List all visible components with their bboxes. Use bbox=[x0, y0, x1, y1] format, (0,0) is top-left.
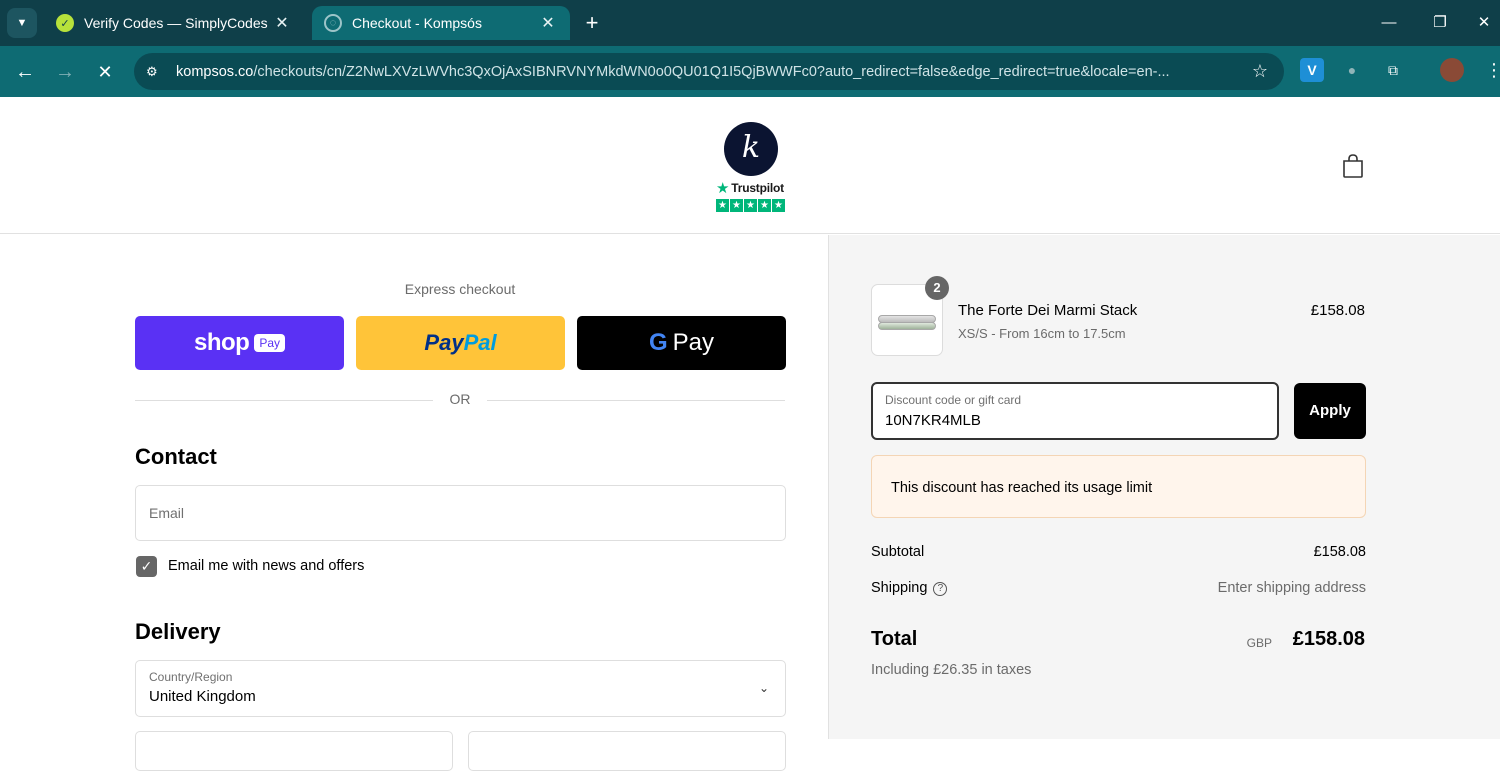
rating-star-icon: ★ bbox=[730, 199, 743, 212]
express-checkout-label: Express checkout bbox=[404, 281, 516, 297]
rating-star-icon: ★ bbox=[716, 199, 729, 212]
restore-button[interactable]: ❐ bbox=[1425, 10, 1455, 36]
delivery-heading: Delivery bbox=[135, 619, 221, 644]
site-header: k ★ Trustpilot ★ ★ ★ ★ ★ bbox=[0, 97, 1500, 234]
product-price: £158.08 bbox=[1310, 302, 1365, 319]
rating-star-icon: ★ bbox=[772, 199, 785, 212]
trustpilot-label: Trustpilot bbox=[731, 181, 784, 195]
first-name-field[interactable] bbox=[135, 731, 453, 771]
rating-star-icon: ★ bbox=[744, 199, 757, 212]
trustpilot-badge: ★ Trustpilot ★ ★ ★ ★ ★ bbox=[716, 179, 788, 212]
contact-heading: Contact bbox=[135, 444, 217, 469]
discount-error-alert: This discount has reached its usage limi… bbox=[871, 455, 1366, 518]
chevron-down-icon: ▼ bbox=[16, 17, 28, 29]
checkmark-icon: ✓ bbox=[140, 558, 153, 574]
close-window-button[interactable]: ✕ bbox=[1469, 10, 1499, 36]
checkout-form: Express checkout shop Pay Pay Pal G Pay O… bbox=[0, 235, 828, 771]
checkout-page: k ★ Trustpilot ★ ★ ★ ★ ★ Express checkout sh… bbox=[0, 97, 1500, 771]
kompsos-logo[interactable]: k bbox=[724, 122, 778, 176]
tab-verify-codes[interactable]: ✓ Verify Codes — SimplyCodes ✕ bbox=[44, 6, 304, 40]
forward-button[interactable]: → bbox=[51, 58, 79, 86]
shipping-row: Shipping? Enter shipping address bbox=[871, 580, 1366, 596]
back-button[interactable]: ← bbox=[11, 58, 39, 86]
new-tab-button[interactable]: + bbox=[580, 10, 604, 36]
trustpilot-star-icon: ★ bbox=[716, 180, 730, 197]
google-g-icon: G bbox=[648, 329, 668, 356]
bookmark-star-icon[interactable]: ☆ bbox=[1252, 61, 1268, 82]
or-divider: OR bbox=[135, 391, 785, 411]
site-settings-icon[interactable]: ⚙ bbox=[146, 64, 168, 80]
paypal-button[interactable]: Pay Pal bbox=[356, 316, 565, 370]
taxes-note: Including £26.35 in taxes bbox=[871, 662, 1032, 678]
quantity-badge: 2 bbox=[925, 276, 949, 300]
google-pay-button[interactable]: G Pay bbox=[577, 316, 786, 370]
stop-loading-button[interactable]: ✕ bbox=[91, 58, 119, 86]
apply-discount-button[interactable]: Apply bbox=[1294, 383, 1366, 439]
profile-avatar[interactable] bbox=[1440, 58, 1464, 82]
extension-robot-icon[interactable]: ● bbox=[1340, 58, 1364, 82]
product-name: The Forte Dei Marmi Stack bbox=[958, 302, 1138, 319]
extensions-puzzle-icon[interactable]: ⧉ bbox=[1381, 58, 1405, 82]
tab-checkout[interactable]: ◌ Checkout - Kompsós ✕ bbox=[312, 6, 570, 40]
browser-tab-bar: ▼ ✓ Verify Codes — SimplyCodes ✕ ◌ Check… bbox=[0, 0, 1500, 46]
browser-menu-icon[interactable]: ⋮ bbox=[1482, 58, 1500, 82]
subtotal-row: Subtotal £158.08 bbox=[871, 544, 1366, 560]
shop-pay-button[interactable]: shop Pay bbox=[135, 316, 344, 370]
minimize-button[interactable]: — bbox=[1374, 10, 1404, 36]
order-summary: 2 The Forte Dei Marmi Stack XS/S - From … bbox=[828, 235, 1500, 739]
trustpilot-rating-stars: ★ ★ ★ ★ ★ bbox=[716, 199, 788, 212]
tab-search-button[interactable]: ▼ bbox=[7, 8, 37, 38]
newsletter-label: Email me with news and offers bbox=[168, 558, 365, 574]
chevron-down-icon: ⌄ bbox=[758, 681, 769, 695]
close-tab-icon[interactable]: ✕ bbox=[538, 13, 558, 33]
url-text: kompsos.co/checkouts/cn/Z2NwLXVzLWVhc3Qx… bbox=[176, 63, 1170, 80]
rating-star-icon: ★ bbox=[758, 199, 771, 212]
country-select[interactable]: Country/Region United Kingdom ⌄ bbox=[135, 660, 786, 717]
newsletter-checkbox[interactable]: ✓ bbox=[136, 556, 157, 577]
last-name-field[interactable] bbox=[468, 731, 786, 771]
close-tab-icon[interactable]: ✕ bbox=[272, 13, 292, 33]
address-bar[interactable]: ⚙ kompsos.co/checkouts/cn/Z2NwLXVzLWVhc3… bbox=[134, 53, 1284, 90]
browser-toolbar: ← → ✕ ⚙ kompsos.co/checkouts/cn/Z2NwLXVz… bbox=[0, 46, 1500, 97]
discount-code-input[interactable]: Discount code or gift card 10N7KR4MLB bbox=[871, 382, 1279, 440]
simplycodes-favicon-icon: ✓ bbox=[56, 14, 74, 32]
tab-title: Verify Codes — SimplyCodes bbox=[84, 15, 268, 31]
extension-v-icon[interactable]: V bbox=[1300, 58, 1324, 82]
currency-code: GBP bbox=[1246, 636, 1272, 650]
tab-title: Checkout - Kompsós bbox=[352, 15, 482, 31]
help-icon[interactable]: ? bbox=[933, 582, 948, 596]
total-value: £158.08 bbox=[1292, 628, 1365, 650]
loading-favicon-icon: ◌ bbox=[324, 14, 342, 32]
product-variant: XS/S - From 16cm to 17.5cm bbox=[958, 326, 1126, 341]
shopping-bag-icon[interactable] bbox=[1340, 153, 1366, 179]
email-field[interactable]: Email bbox=[135, 485, 786, 541]
total-label: Total bbox=[871, 628, 918, 650]
